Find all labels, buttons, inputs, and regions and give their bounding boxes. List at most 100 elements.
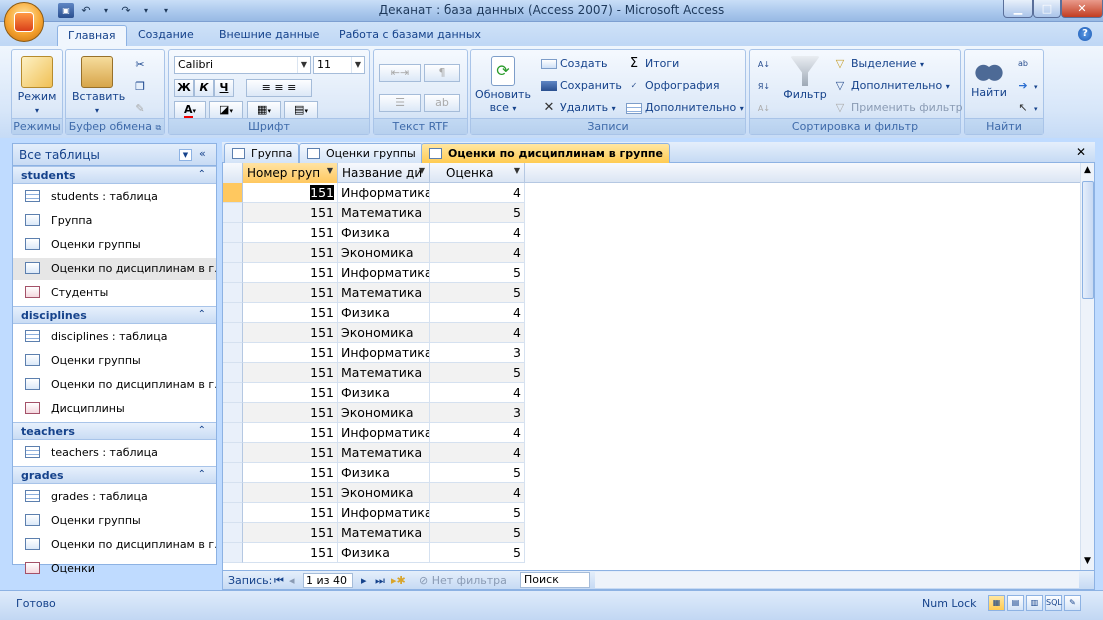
font-size-combo[interactable]: 11 ▼ bbox=[313, 56, 365, 74]
table-cell[interactable]: 3 bbox=[430, 403, 525, 423]
chevron-down-icon[interactable]: ▾ bbox=[98, 3, 114, 18]
help-icon[interactable]: ? bbox=[1078, 27, 1092, 41]
table-row[interactable]: 151 Информатика 3 bbox=[223, 343, 525, 363]
table-row[interactable]: 151 Информатика 4 bbox=[223, 183, 525, 203]
align-right-icon[interactable]: ≡ bbox=[287, 81, 296, 94]
copy-button[interactable]: ❐ bbox=[132, 78, 151, 96]
chevron-up-icon[interactable]: ⌃ bbox=[198, 425, 206, 436]
first-record-icon[interactable]: ⏮ bbox=[274, 574, 284, 588]
highlight-button[interactable]: ab bbox=[424, 94, 460, 112]
row-selector[interactable] bbox=[223, 443, 243, 463]
filter-status[interactable]: ⊘ Нет фильтра bbox=[419, 574, 507, 587]
table-cell[interactable]: 4 bbox=[430, 243, 525, 263]
font-color-button[interactable]: A▾ bbox=[174, 101, 206, 119]
nav-item[interactable]: students : таблица bbox=[13, 186, 216, 208]
select-all-corner[interactable] bbox=[223, 163, 243, 183]
maximize-button[interactable]: □ bbox=[1033, 0, 1061, 18]
table-cell[interactable]: 5 bbox=[430, 203, 525, 223]
save-icon[interactable]: ▣ bbox=[58, 3, 74, 18]
sql-view-icon[interactable]: SQL bbox=[1045, 595, 1062, 611]
select-button[interactable]: ↖ ▾ bbox=[1015, 99, 1037, 117]
table-cell[interactable]: Математика bbox=[338, 443, 430, 463]
find-button[interactable]: Найти bbox=[967, 56, 1011, 99]
close-document-icon[interactable]: ✕ bbox=[1076, 145, 1088, 159]
table-row[interactable]: 151 Математика 5 bbox=[223, 363, 525, 383]
table-cell[interactable]: 151 bbox=[243, 343, 338, 363]
filter-button[interactable]: Фильтр bbox=[780, 56, 830, 101]
underline-button[interactable]: Ч bbox=[214, 79, 234, 97]
table-cell[interactable]: 4 bbox=[430, 183, 525, 203]
table-cell[interactable]: Экономика bbox=[338, 323, 430, 343]
table-cell[interactable]: 151 bbox=[243, 263, 338, 283]
dialog-launcher-icon[interactable]: ⧉ bbox=[156, 123, 162, 132]
table-cell[interactable]: 151 bbox=[243, 383, 338, 403]
chevron-down-icon[interactable]: ▼ bbox=[327, 166, 333, 175]
nav-section-0[interactable]: students ⌃ bbox=[13, 166, 216, 184]
format-painter-button[interactable]: ✎ bbox=[132, 100, 151, 118]
table-row[interactable]: 151 Информатика 5 bbox=[223, 503, 525, 523]
last-record-icon[interactable]: ⏭ bbox=[375, 574, 385, 588]
nav-item[interactable]: disciplines : таблица bbox=[13, 326, 216, 348]
row-selector[interactable] bbox=[223, 243, 243, 263]
nav-item[interactable]: Оценки группы bbox=[13, 350, 216, 372]
table-cell[interactable]: Физика bbox=[338, 543, 430, 563]
nav-pane-header[interactable]: Все таблицы ▼ « bbox=[13, 144, 216, 166]
table-cell[interactable]: 3 bbox=[430, 343, 525, 363]
table-cell[interactable]: 5 bbox=[430, 283, 525, 303]
chevron-up-icon[interactable]: ⌃ bbox=[198, 469, 206, 480]
nav-item[interactable]: Оценки группы bbox=[13, 510, 216, 532]
undo-icon[interactable]: ↶ bbox=[78, 3, 94, 18]
table-row[interactable]: 151 Физика 4 bbox=[223, 383, 525, 403]
record-position-input[interactable]: 1 из 40 bbox=[303, 573, 353, 588]
nav-item[interactable]: Оценки по дисциплинам в г... bbox=[13, 258, 216, 280]
row-selector[interactable] bbox=[223, 323, 243, 343]
indent-buttons[interactable]: ⇤⇥ bbox=[379, 64, 421, 82]
goto-button[interactable]: ➔ ▾ bbox=[1015, 77, 1037, 95]
table-cell[interactable]: 151 bbox=[243, 483, 338, 503]
nav-item[interactable]: Дисциплины bbox=[13, 398, 216, 420]
table-cell[interactable]: Физика bbox=[338, 383, 430, 403]
row-selector[interactable] bbox=[223, 403, 243, 423]
new-record-button[interactable]: Создать bbox=[541, 55, 608, 73]
datasheet-view-icon[interactable]: ▦ bbox=[988, 595, 1005, 611]
table-cell[interactable]: 4 bbox=[430, 223, 525, 243]
table-cell[interactable]: 5 bbox=[430, 523, 525, 543]
row-selector[interactable] bbox=[223, 503, 243, 523]
row-selector[interactable] bbox=[223, 423, 243, 443]
table-cell[interactable]: 5 bbox=[430, 463, 525, 483]
table-cell[interactable]: Физика bbox=[338, 223, 430, 243]
office-button[interactable] bbox=[4, 2, 44, 42]
table-cell[interactable]: Информатика bbox=[338, 423, 430, 443]
table-cell[interactable]: Информатика bbox=[338, 263, 430, 283]
table-cell[interactable]: 4 bbox=[430, 303, 525, 323]
row-selector[interactable] bbox=[223, 483, 243, 503]
pivot-chart-view-icon[interactable]: ▥ bbox=[1026, 595, 1043, 611]
nav-item[interactable]: grades : таблица bbox=[13, 486, 216, 508]
chevron-down-icon[interactable]: ▼ bbox=[419, 166, 425, 175]
selection-button[interactable]: ▽ Выделение ▾ bbox=[832, 55, 924, 73]
table-cell[interactable]: 151 bbox=[243, 203, 338, 223]
horizontal-scrollbar[interactable] bbox=[595, 572, 1079, 588]
column-header-group-number[interactable]: Номер груп ▼ bbox=[243, 163, 338, 183]
table-cell[interactable]: 4 bbox=[430, 483, 525, 503]
table-cell[interactable]: Экономика bbox=[338, 403, 430, 423]
table-row[interactable]: 151 Физика 4 bbox=[223, 303, 525, 323]
table-cell[interactable]: Экономика bbox=[338, 243, 430, 263]
column-header-grade[interactable]: Оценка ▼ bbox=[430, 163, 525, 183]
table-cell[interactable]: 151 bbox=[243, 283, 338, 303]
table-row[interactable]: 151 Математика 5 bbox=[223, 523, 525, 543]
chevron-up-icon[interactable]: ⌃ bbox=[198, 169, 206, 180]
customize-qat-icon[interactable]: ▾ bbox=[158, 3, 174, 18]
pivot-table-view-icon[interactable]: ▤ bbox=[1007, 595, 1024, 611]
tab-create[interactable]: Создание bbox=[128, 25, 204, 46]
nav-item[interactable]: Оценки bbox=[13, 558, 216, 580]
table-row[interactable]: 151 Экономика 3 bbox=[223, 403, 525, 423]
table-cell[interactable]: 151 bbox=[243, 363, 338, 383]
column-header-discipline[interactable]: Название ди ▼ bbox=[338, 163, 430, 183]
chevron-down-icon[interactable]: ▼ bbox=[514, 166, 520, 175]
nav-item[interactable]: teachers : таблица bbox=[13, 442, 216, 464]
next-record-icon[interactable]: ▸ bbox=[361, 574, 367, 587]
cut-button[interactable]: ✂ bbox=[132, 56, 151, 74]
advanced-filter-button[interactable]: ▽ Дополнительно ▾ bbox=[832, 77, 950, 95]
nav-item[interactable]: Оценки группы bbox=[13, 234, 216, 256]
